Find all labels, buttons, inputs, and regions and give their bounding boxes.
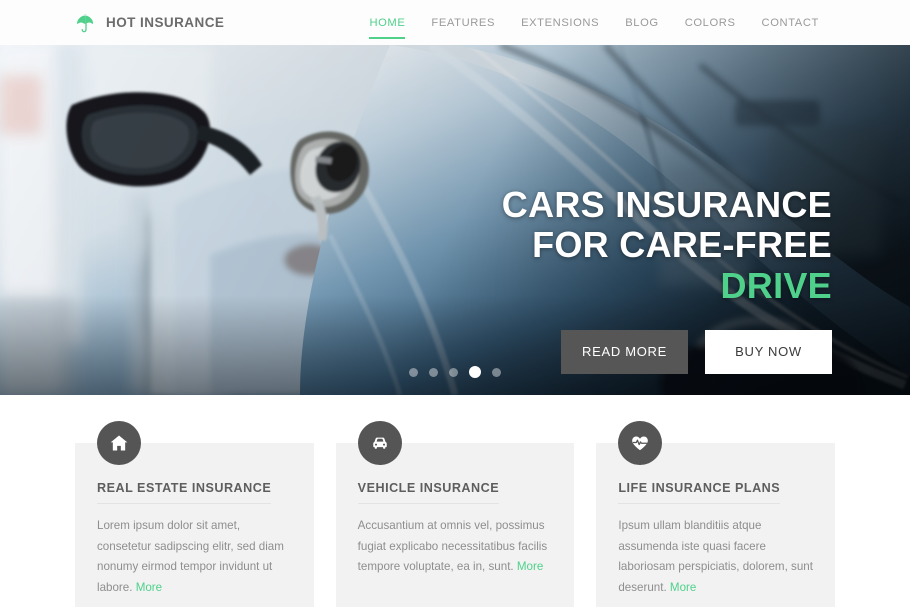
feature-card-title: VEHICLE INSURANCE: [357, 481, 500, 504]
site-header: HOT INSURANCE HOME FEATURES EXTENSIONS B…: [0, 0, 910, 45]
feature-card-real-estate: REAL ESTATE INSURANCE Lorem ipsum dolor …: [75, 421, 314, 607]
slider-dot-5[interactable]: [492, 367, 501, 377]
feature-card-body: Lorem ipsum dolor sit amet, consetetur s…: [97, 519, 284, 594]
hero-headline-line3: DRIVE: [720, 264, 832, 306]
feature-card-vehicle: VEHICLE INSURANCE Accusantium at omnis v…: [335, 421, 575, 607]
hero-caption: CARS INSURANCE FOR CARE-FREE DRIVE READ …: [312, 184, 832, 374]
slider-pagination: [0, 366, 910, 378]
feature-card-life: LIFE INSURANCE PLANS Ipsum ullam blandit…: [596, 421, 836, 607]
brand-name: HOT INSURANCE: [106, 15, 225, 30]
more-link[interactable]: More: [517, 560, 543, 573]
nav-item-colors[interactable]: COLORS: [672, 13, 749, 33]
feature-card-text: Accusantium at omnis vel, possimus fugia…: [358, 516, 553, 578]
feature-card-text: Lorem ipsum dolor sit amet, consetetur s…: [97, 516, 292, 599]
feature-card-text: Ipsum ullam blanditiis atque assumenda i…: [618, 516, 813, 599]
feature-card-title: REAL ESTATE INSURANCE: [97, 481, 272, 504]
nav-item-features[interactable]: FEATURES: [418, 13, 508, 33]
heartbeat-icon: [618, 421, 663, 465]
hero-headline-line2: FOR CARE-FREE: [532, 224, 832, 266]
hero-slider: CARS INSURANCE FOR CARE-FREE DRIVE READ …: [0, 45, 910, 395]
nav-item-contact[interactable]: CONTACT: [749, 13, 832, 33]
nav-item-blog[interactable]: BLOG: [612, 13, 672, 33]
features-section: REAL ESTATE INSURANCE Lorem ipsum dolor …: [0, 395, 910, 607]
brand-logo[interactable]: HOT INSURANCE: [75, 12, 224, 34]
slider-dot-3[interactable]: [449, 367, 458, 377]
slider-dot-2[interactable]: [429, 367, 438, 377]
hero-headline-line1: CARS INSURANCE: [501, 184, 832, 225]
more-link[interactable]: More: [136, 581, 162, 594]
feature-card-body: Ipsum ullam blanditiis atque assumenda i…: [618, 519, 813, 594]
feature-card-title: LIFE INSURANCE PLANS: [618, 481, 781, 504]
umbrella-icon: [75, 12, 97, 34]
main-navigation: HOME FEATURES EXTENSIONS BLOG COLORS CON…: [356, 13, 832, 39]
more-link[interactable]: More: [670, 581, 696, 594]
home-icon: [97, 421, 141, 465]
slider-dot-4[interactable]: [469, 366, 481, 378]
nav-item-extensions[interactable]: EXTENSIONS: [508, 13, 612, 33]
nav-item-home[interactable]: HOME: [356, 13, 418, 39]
car-icon: [357, 421, 402, 465]
slider-dot-1[interactable]: [409, 367, 418, 377]
